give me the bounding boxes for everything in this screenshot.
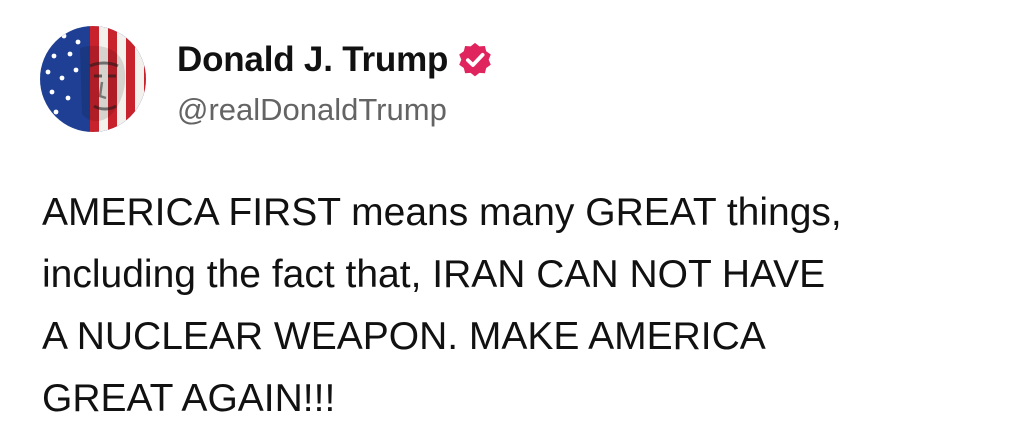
- author-handle[interactable]: @realDonaldTrump: [177, 92, 447, 128]
- post-text: AMERICA FIRST means many GREAT things, i…: [42, 182, 1002, 430]
- author-name-row: Donald J. Trump: [177, 38, 494, 82]
- author-avatar[interactable]: [40, 26, 146, 132]
- verified-badge-icon: [456, 41, 494, 79]
- post-text-line: A NUCLEAR WEAPON. MAKE AMERICA: [42, 315, 766, 358]
- flag-portrait-icon: [40, 26, 146, 132]
- post-text-line: GREAT AGAIN!!!: [42, 377, 336, 420]
- post-text-line: AMERICA FIRST means many GREAT things,: [42, 191, 842, 234]
- author-display-name[interactable]: Donald J. Trump: [177, 40, 448, 80]
- post-text-line: including the fact that, IRAN CAN NOT HA…: [42, 253, 826, 296]
- post-card: Donald J. Trump @realDonaldTrump AMERICA…: [0, 0, 1024, 436]
